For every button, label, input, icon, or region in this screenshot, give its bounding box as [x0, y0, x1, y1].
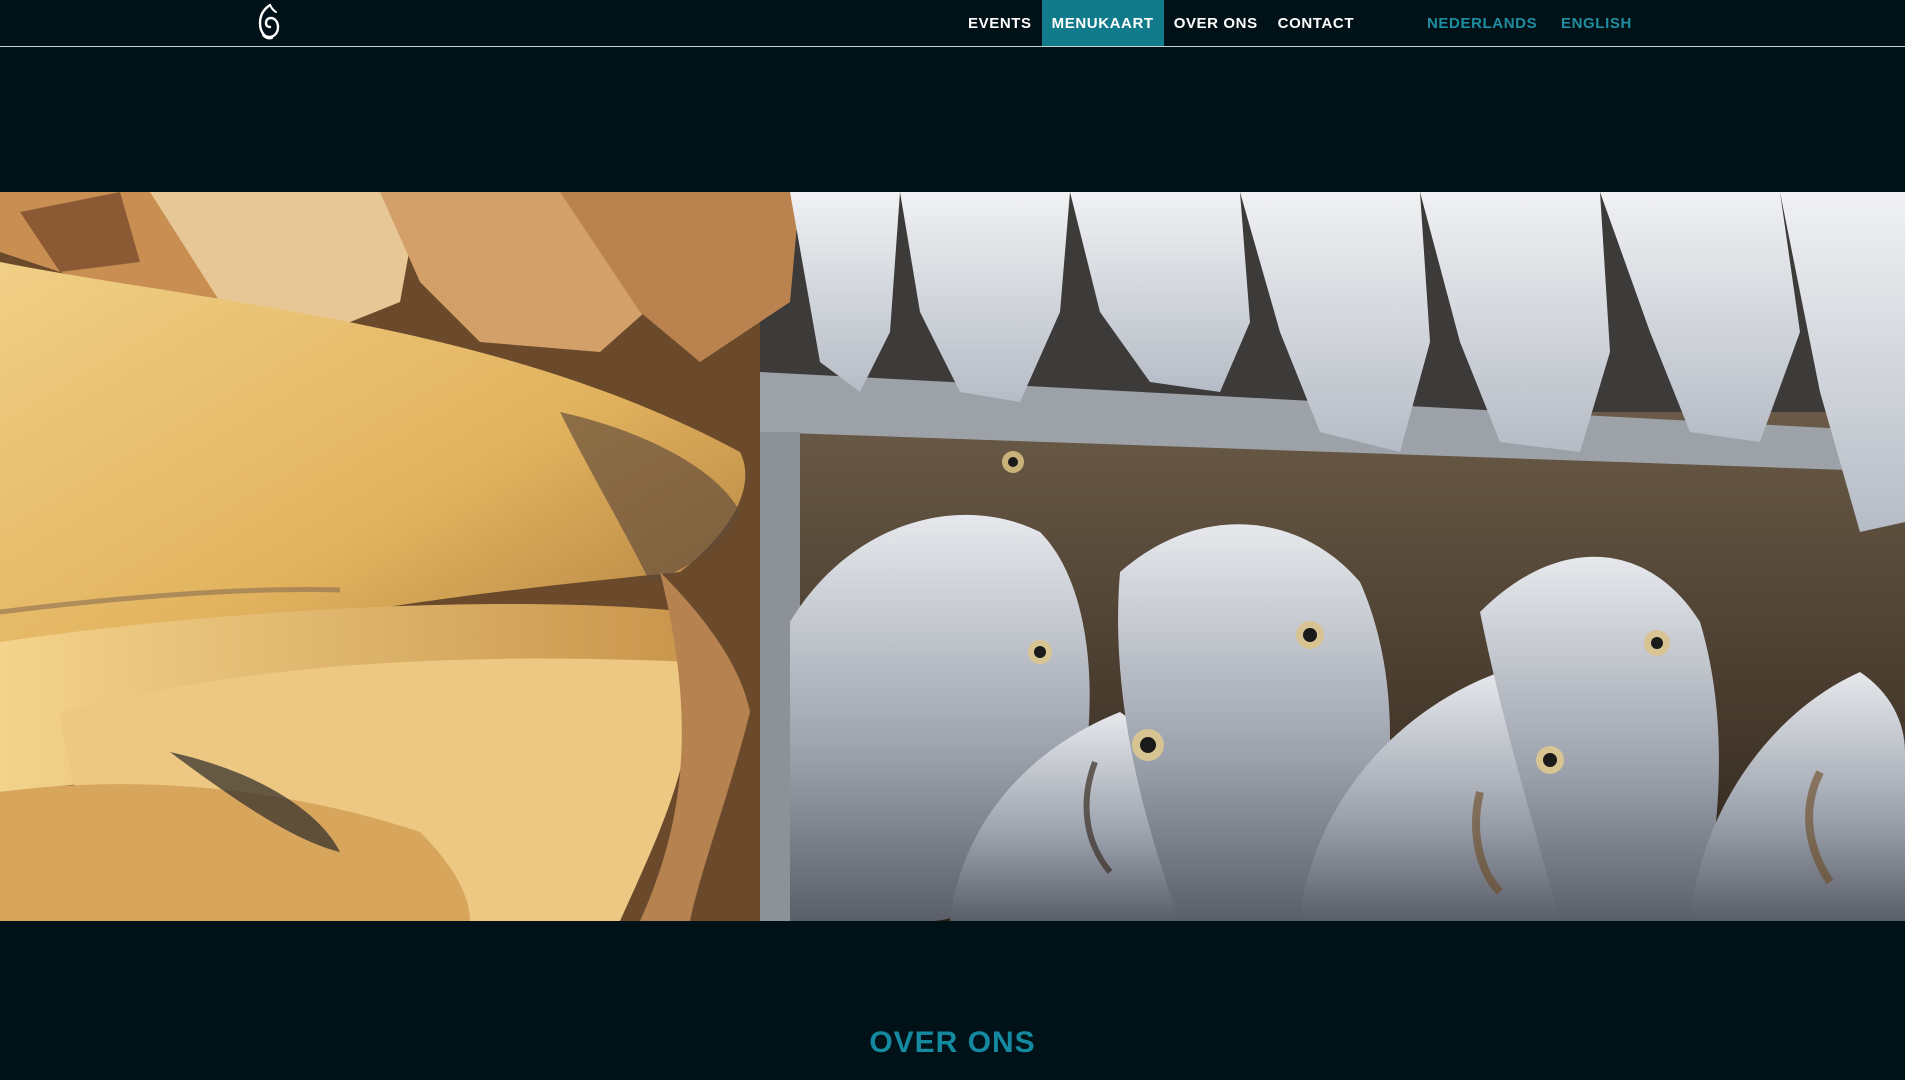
language-link-nederlands[interactable]: NEDERLANDS [1427, 0, 1537, 46]
dried-fish-photo [0, 192, 1905, 921]
nav-item-events[interactable]: EVENTS [958, 0, 1042, 46]
section-title-over-ons: OVER ONS [869, 1026, 1036, 1059]
nav-item-over-ons[interactable]: OVER ONS [1164, 0, 1268, 46]
main-nav: EVENTS MENUKAART OVER ONS CONTACT [958, 0, 1364, 46]
top-navigation-bar: EVENTS MENUKAART OVER ONS CONTACT NEDERL… [0, 0, 1905, 47]
page: EVENTS MENUKAART OVER ONS CONTACT NEDERL… [0, 0, 1905, 1080]
nav-item-menukaart[interactable]: MENUKAART [1041, 0, 1164, 46]
nav-item-contact[interactable]: CONTACT [1268, 0, 1364, 46]
logo-icon[interactable] [254, 3, 282, 41]
hero-image [0, 192, 1905, 921]
language-link-english[interactable]: ENGLISH [1561, 0, 1632, 46]
